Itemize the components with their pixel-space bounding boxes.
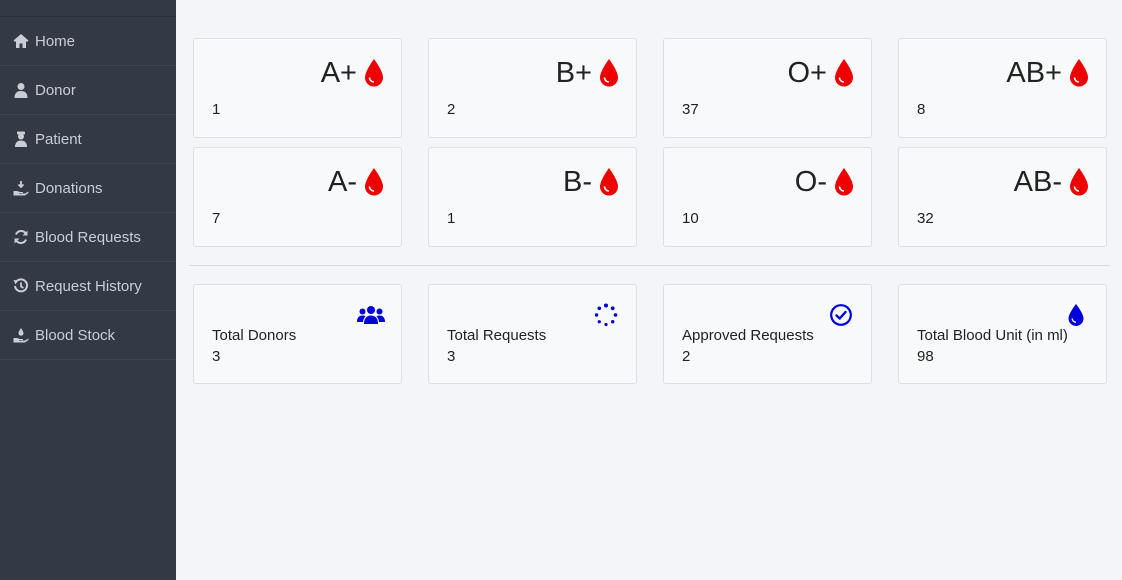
blood-group-label: AB- [1013, 166, 1062, 198]
blood-group-label: A+ [320, 57, 357, 89]
sidebar-item-label: Donations [35, 179, 103, 197]
sidebar-item-label: Request History [35, 277, 142, 295]
hand-stock-icon [12, 326, 30, 344]
blood-group-label: O- [794, 166, 827, 198]
stat-label: Total Blood Unit (in ml) [917, 327, 1068, 344]
blood-drop-icon [1070, 168, 1088, 196]
history-icon [12, 277, 30, 295]
blood-group-label: A- [328, 166, 357, 198]
blood-group-card: A+ 1 [193, 38, 402, 138]
section-divider [189, 265, 1110, 266]
stat-card-total-donors: Total Donors 3 [193, 284, 402, 384]
stat-label: Total Donors [212, 327, 297, 344]
blood-group-label: B+ [555, 57, 592, 89]
blood-group-count: 10 [682, 210, 699, 227]
sidebar-item-label: Patient [35, 130, 82, 148]
patient-icon [12, 130, 30, 148]
blood-group-card: AB- 32 [898, 147, 1107, 247]
blood-group-count: 2 [447, 101, 456, 118]
blood-group-count: 7 [212, 210, 221, 227]
stat-card-total-blood-unit: Total Blood Unit (in ml) 98 [898, 284, 1107, 384]
users-icon [357, 303, 385, 327]
blood-group-card: B- 1 [428, 147, 637, 247]
stat-card-approved-requests: Approved Requests 2 [663, 284, 872, 384]
stat-label: Total Requests [447, 327, 547, 344]
home-icon [12, 32, 30, 50]
sidebar: Home Donor Patient Donations Blood Reque… [0, 0, 176, 580]
blood-drop-icon [365, 168, 383, 196]
sidebar-item-request-history[interactable]: Request History [0, 262, 176, 311]
blood-group-count: 37 [682, 101, 699, 118]
blood-group-card: B+ 2 [428, 38, 637, 138]
stat-value: 98 [917, 348, 934, 365]
sidebar-item-blood-stock[interactable]: Blood Stock [0, 311, 176, 360]
blood-group-label: O+ [787, 57, 828, 89]
sidebar-item-home[interactable]: Home [0, 17, 176, 66]
blood-group-label: AB+ [1006, 57, 1062, 89]
blood-group-card: O+ 37 [663, 38, 872, 138]
blood-drop-icon [600, 168, 618, 196]
sidebar-item-label: Blood Stock [35, 326, 116, 344]
blood-drop-icon [600, 59, 618, 87]
user-icon [12, 81, 30, 99]
blood-group-count: 1 [212, 101, 221, 118]
stat-card-total-requests: Total Requests 3 [428, 284, 637, 384]
blood-group-card: O- 10 [663, 147, 872, 247]
blood-group-card: A- 7 [193, 147, 402, 247]
sidebar-item-donations[interactable]: Donations [0, 164, 176, 213]
sidebar-item-patient[interactable]: Patient [0, 115, 176, 164]
blood-group-count: 32 [917, 210, 934, 227]
blood-group-label: B- [563, 166, 592, 198]
sidebar-item-label: Blood Requests [35, 228, 141, 246]
sidebar-top-strip [0, 0, 176, 17]
blood-group-count: 1 [447, 210, 456, 227]
stat-value: 3 [447, 348, 456, 365]
stat-value: 2 [682, 348, 691, 365]
dashboard-main: A+ 1 B+ 2 O+ 37 AB+ 8 A- 7 B- 1 O- 10 AB… [176, 0, 1122, 580]
blood-drop-icon [365, 59, 383, 87]
sidebar-item-donor[interactable]: Donor [0, 66, 176, 115]
hand-donate-icon [12, 179, 30, 197]
blood-group-count: 8 [917, 101, 926, 118]
sidebar-item-label: Home [35, 32, 76, 50]
spinner-icon [592, 303, 620, 327]
blood-drop-icon [1070, 59, 1088, 87]
stat-value: 3 [212, 348, 221, 365]
drop-icon [1062, 303, 1090, 327]
sync-icon [12, 228, 30, 246]
stat-label: Approved Requests [682, 327, 814, 344]
sidebar-item-label: Donor [35, 81, 76, 99]
check-circle-icon [827, 303, 855, 327]
blood-group-card: AB+ 8 [898, 38, 1107, 138]
sidebar-item-blood-requests[interactable]: Blood Requests [0, 213, 176, 262]
blood-drop-icon [835, 168, 853, 196]
blood-drop-icon [835, 59, 853, 87]
